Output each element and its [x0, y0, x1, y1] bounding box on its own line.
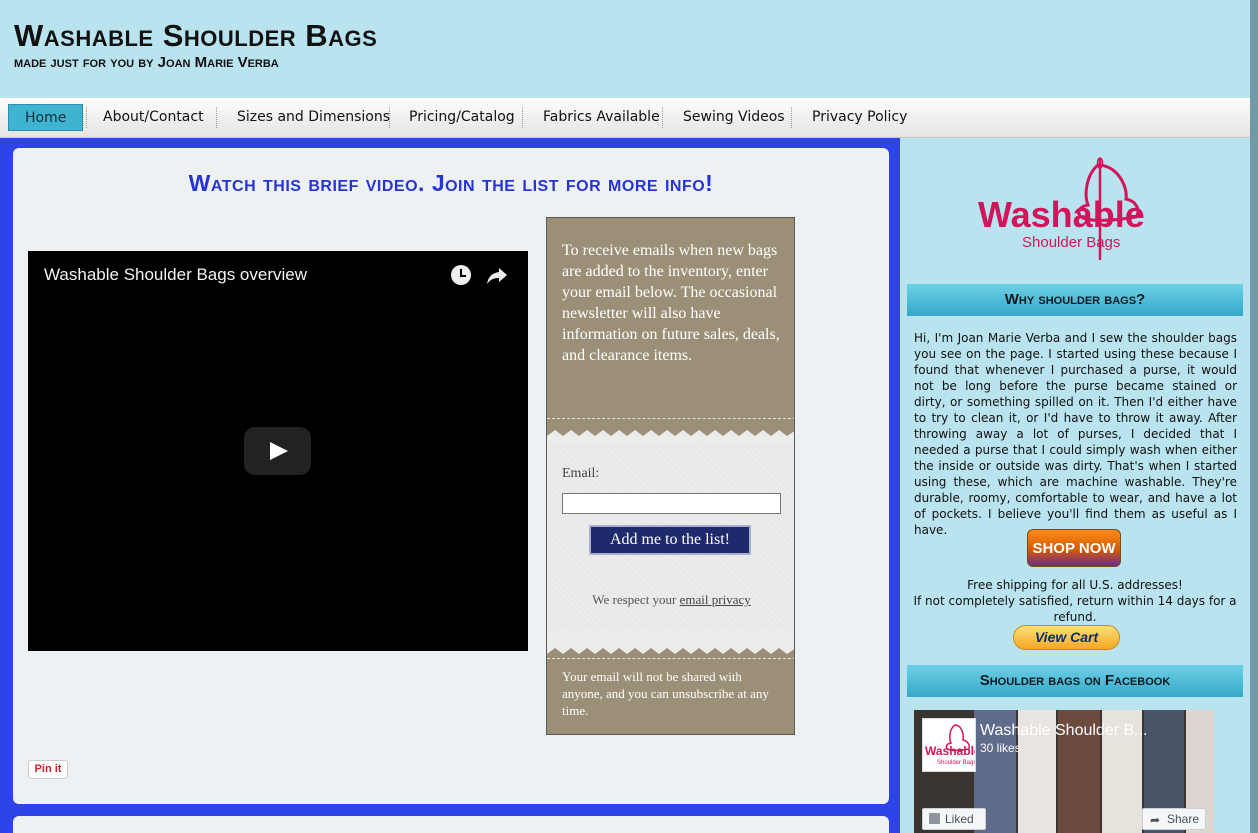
logo-text-line1: Washable [978, 194, 1145, 235]
nav-item-privacy-policy[interactable]: Privacy Policy [812, 104, 907, 131]
video-heading: Watch this brief video. Join the list fo… [188, 170, 714, 196]
logo[interactable]: Washable Shoulder Bags [976, 155, 1176, 265]
view-cart-button[interactable]: View Cart [1013, 625, 1120, 650]
nav-item-sizes-dimensions[interactable]: Sizes and Dimensions [237, 104, 390, 131]
nav-item-pricing-catalog[interactable]: Pricing/Catalog [409, 104, 515, 131]
page-edge [1250, 0, 1258, 833]
facebook-heading: Shoulder bags on Facebook [907, 665, 1243, 697]
why-shoulder-bags-text: Hi, I'm Joan Marie Verba and I sew the s… [914, 331, 1237, 537]
shipping-line1: Free shipping for all U.S. addresses! [967, 578, 1183, 592]
site-header: Washable Shoulder Bags made just for you… [0, 0, 1258, 98]
shipping-line2: If not completely satisfied, return with… [913, 594, 1237, 624]
logo-text-line2: Shoulder Bags [1022, 234, 1120, 251]
facebook-liked-button[interactable]: Liked [922, 808, 986, 830]
shop-now-button[interactable]: SHOP NOW [1027, 529, 1121, 567]
facebook-like-count: 30 likes [980, 741, 1021, 755]
nav-separator [791, 107, 792, 128]
nav-item-about-contact[interactable]: About/Contact [103, 104, 204, 131]
why-shoulder-bags-heading: Why shoulder bags? [907, 284, 1243, 316]
zigzag-divider [547, 630, 794, 654]
share-arrow-icon: ➦ [1150, 813, 1161, 827]
shipping-info: Free shipping for all U.S. addresses! If… [907, 577, 1243, 625]
facebook-thumb-text: Washable [925, 744, 975, 758]
site-subtitle: made just for you by Joan Marie Verba [14, 54, 279, 71]
facebook-f-icon [929, 813, 940, 824]
nav-separator [86, 107, 87, 128]
nav-separator [216, 107, 217, 128]
add-me-button[interactable]: Add me to the list! [589, 525, 751, 555]
email-privacy-link[interactable]: email privacy [680, 592, 751, 607]
video-player[interactable]: Washable Shoulder Bags overview [28, 251, 528, 651]
facebook-thumb-text: Shoulder Bags [937, 760, 975, 766]
facebook-share-button[interactable]: ➦ Share [1142, 808, 1206, 830]
nav-separator [662, 107, 663, 128]
clock-icon[interactable] [451, 265, 471, 285]
content-panel-next [13, 816, 889, 833]
email-label: Email: [562, 466, 600, 481]
signup-intro-text: To receive emails when new bags are adde… [562, 242, 780, 364]
divider [547, 658, 794, 659]
facebook-page-name[interactable]: Washable Shoulder B... [980, 722, 1148, 740]
nav-separator [522, 107, 523, 128]
email-signup-form: To receive emails when new bags are adde… [546, 217, 795, 735]
facebook-share-label: Share [1167, 812, 1200, 826]
facebook-liked-label: Liked [945, 812, 974, 826]
facebook-page-avatar[interactable]: Washable Shoulder Bags [922, 718, 981, 772]
video-title[interactable]: Washable Shoulder Bags overview [44, 265, 307, 285]
nav-item-fabrics-available[interactable]: Fabrics Available [543, 104, 660, 131]
site-title[interactable]: Washable Shoulder Bags [14, 18, 377, 54]
play-icon[interactable] [244, 427, 311, 475]
email-field[interactable] [562, 493, 781, 514]
nav-item-home[interactable]: Home [8, 104, 84, 131]
share-icon[interactable] [485, 263, 509, 287]
signup-footer-text: Your email will not be shared with anyon… [562, 669, 769, 718]
facebook-widget[interactable]: Washable Shoulder Bags Washable Shoulder… [914, 710, 1214, 833]
privacy-line: We respect your email privacy [547, 592, 794, 608]
nav-separator [389, 107, 390, 128]
pinterest-pin-button[interactable]: Pin it [28, 760, 68, 779]
nav-item-sewing-videos[interactable]: Sewing Videos [683, 104, 785, 131]
privacy-prefix: We respect your [592, 592, 677, 607]
main-nav: Home About/Contact Sizes and Dimensions … [0, 98, 1258, 138]
facebook-logo-thumb: Washable Shoulder Bags [925, 724, 981, 766]
